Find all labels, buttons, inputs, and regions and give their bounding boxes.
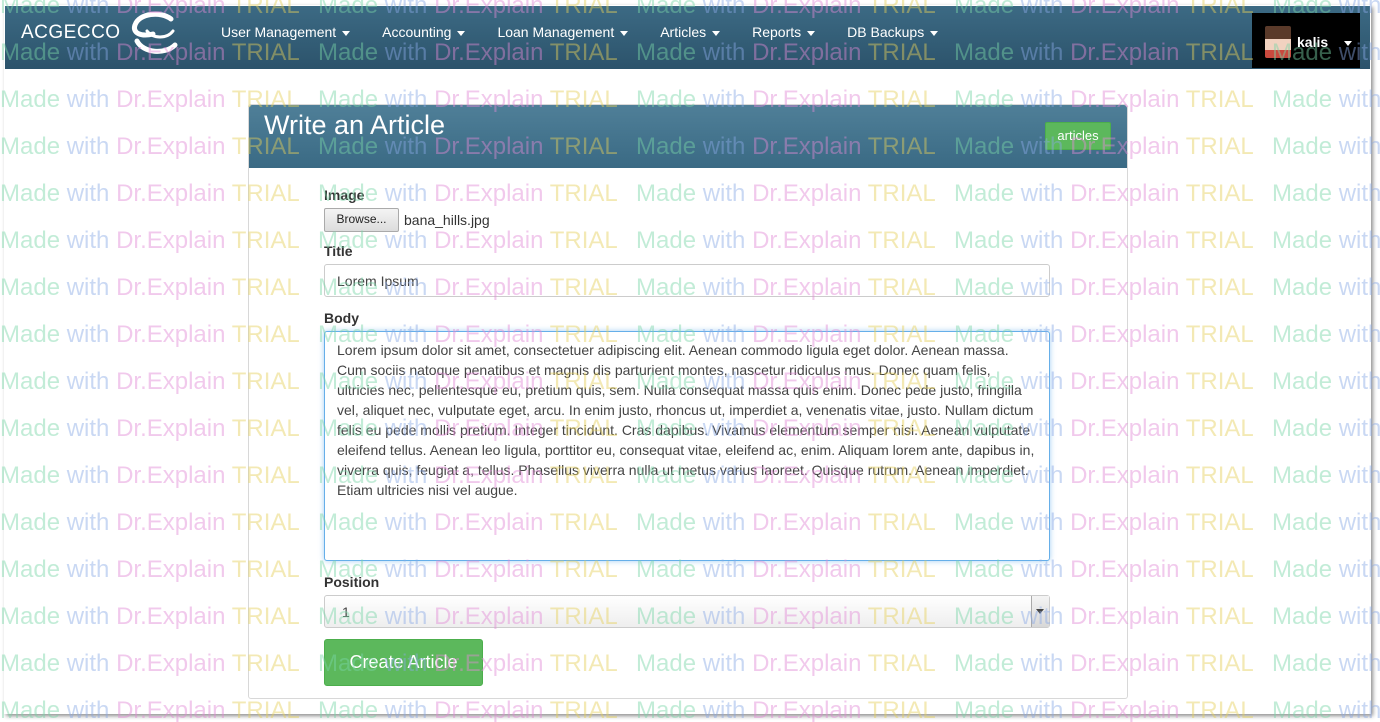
chevron-down-icon[interactable] xyxy=(1031,596,1049,627)
articles-button[interactable]: articles xyxy=(1045,122,1111,150)
nav-articles[interactable]: Articles xyxy=(644,6,736,69)
brand-logo-icon xyxy=(131,11,178,54)
nav-loan-management[interactable]: Loan Management xyxy=(481,6,644,69)
user-menu[interactable]: kalis xyxy=(1252,13,1360,68)
caret-down-icon xyxy=(807,30,816,36)
nav-accounting[interactable]: Accounting xyxy=(366,6,481,69)
caret-down-icon xyxy=(712,30,721,36)
user-name: kalis xyxy=(1297,34,1329,50)
brand-name[interactable]: ACGECCO xyxy=(21,22,121,44)
page-title: Write an Article xyxy=(264,110,446,140)
image-label: Image xyxy=(324,187,365,203)
panel-header: Write an Article articles xyxy=(249,105,1127,168)
body-textarea[interactable]: Lorem ipsum dolor sit amet, consectetuer… xyxy=(324,331,1050,561)
nav-db-backups[interactable]: DB Backups xyxy=(831,6,954,69)
caret-down-icon xyxy=(457,30,466,36)
nav-reports[interactable]: Reports xyxy=(736,6,831,69)
browse-button[interactable]: Browse... xyxy=(324,208,399,232)
caret-down-icon xyxy=(342,30,351,36)
caret-down-icon xyxy=(620,30,629,36)
caret-down-icon xyxy=(930,30,939,36)
body-label: Body xyxy=(324,310,359,326)
article-form-panel: Write an Article articles Image Browse..… xyxy=(248,104,1128,699)
caret-down-icon xyxy=(1344,41,1352,46)
position-selected-value: 1 xyxy=(342,604,350,620)
create-article-button[interactable]: Create Article xyxy=(324,639,483,686)
nav-user-management[interactable]: User Management xyxy=(205,6,366,69)
position-label: Position xyxy=(324,574,380,590)
position-select[interactable]: 1 xyxy=(324,595,1050,628)
title-label: Title xyxy=(324,243,353,259)
selected-file-name: bana_hills.jpg xyxy=(404,212,490,228)
title-input[interactable]: Lorem Ipsum xyxy=(324,264,1050,297)
avatar xyxy=(1265,26,1291,58)
top-navbar: ACGECCO User Management Accounting Loan … xyxy=(5,6,1370,69)
